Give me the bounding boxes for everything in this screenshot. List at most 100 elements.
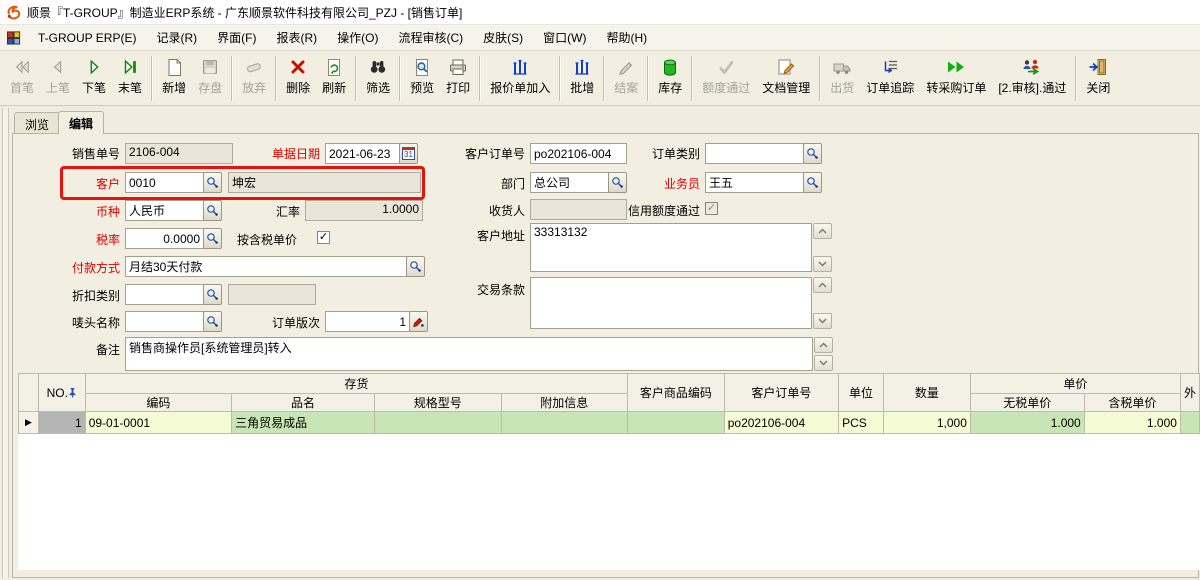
menu-interface[interactable]: 界面(F) (207, 25, 266, 50)
doc-date-input[interactable] (325, 143, 400, 164)
to-purchase-order-button[interactable]: 转采购订单 (920, 53, 992, 104)
remark-scroll-down-button[interactable] (814, 355, 833, 371)
refresh-button[interactable]: 刷新 (316, 53, 352, 104)
order-track-button[interactable]: 订单追踪 (860, 53, 920, 104)
tax-inclusive-checkbox[interactable]: ✓ (317, 231, 330, 244)
terms-scroll-down-button[interactable] (813, 313, 832, 329)
toolbar-separator (647, 56, 649, 101)
payment-input[interactable] (125, 256, 407, 277)
chevron-down-icon (818, 261, 827, 267)
cell-extra[interactable] (501, 412, 628, 434)
chevron-down-icon (818, 318, 827, 324)
window-title: 顺景『T-GROUP』制造业ERP系统 - 广东顺景软件科技有限公司_PZJ -… (27, 4, 462, 21)
menu-window[interactable]: 窗口(W) (533, 25, 596, 50)
order-version-button[interactable] (409, 311, 428, 332)
menu-report[interactable]: 报表(R) (266, 25, 327, 50)
customer-address-textarea[interactable]: 33313132 (530, 223, 812, 272)
grid-row-1[interactable]: ▶ 1 09-01-0001 三角贸易成品 po202106-004 PCS 1… (19, 412, 1200, 434)
cell-spec[interactable] (374, 412, 501, 434)
eraser-icon (243, 57, 265, 77)
calendar-button[interactable]: 31 (399, 143, 418, 164)
header-no: NO. (38, 374, 85, 412)
cell-price-inc-tax[interactable]: 1.000 (1084, 412, 1180, 434)
menu-help[interactable]: 帮助(H) (596, 25, 657, 50)
header-clipped: 外 (1180, 374, 1199, 412)
trade-terms-label: 交易条款 (435, 280, 525, 300)
address-scroll-up-button[interactable] (813, 223, 832, 239)
header-extra: 附加信息 (501, 394, 628, 412)
chevron-up-icon (819, 342, 828, 348)
tab-browse[interactable]: 浏览 (14, 112, 60, 134)
currency-lookup-button[interactable] (203, 200, 222, 221)
order-version-label: 订单版次 (248, 313, 320, 333)
next-record-button[interactable]: 下笔 (76, 53, 112, 104)
audit-pass-button[interactable]: [2.审核].通过 (992, 53, 1072, 104)
preview-button[interactable]: 预览 (404, 53, 440, 104)
customer-po-label: 客户订单号 (435, 144, 525, 164)
print-button[interactable]: 打印 (440, 53, 476, 104)
last-record-button[interactable]: 末笔 (112, 53, 148, 104)
payment-lookup-button[interactable] (406, 256, 425, 277)
menu-tgroup-erp[interactable]: T-GROUP ERP(E) (28, 27, 146, 49)
menu-workflow-audit[interactable]: 流程审核(C) (388, 25, 473, 50)
department-lookup-button[interactable] (608, 172, 627, 193)
customer-po-input[interactable] (530, 143, 627, 164)
cell-customer-po[interactable]: po202106-004 (724, 412, 838, 434)
header-code: 编码 (85, 394, 231, 412)
menu-record[interactable]: 记录(R) (146, 25, 207, 50)
prev-record-button: 上笔 (40, 53, 76, 104)
cell-qty[interactable]: 1,000 (883, 412, 970, 434)
menu-operation[interactable]: 操作(O) (327, 25, 388, 50)
quote-add-button[interactable]: 报价单加入 (484, 53, 556, 104)
department-input[interactable] (530, 172, 609, 193)
customer-code-input[interactable] (125, 172, 204, 193)
filter-button[interactable]: 筛选 (360, 53, 396, 104)
cell-unit[interactable]: PCS (839, 412, 884, 434)
header-qty: 数量 (883, 374, 970, 412)
tax-rate-input[interactable] (125, 228, 204, 249)
remark-textarea[interactable]: 销售商操作员[系统管理员]转入 (125, 337, 813, 371)
header-unit: 单位 (839, 374, 884, 412)
cell-name[interactable]: 三角贸易成品 (232, 412, 375, 434)
terms-scroll-up-button[interactable] (813, 277, 832, 293)
mark-name-lookup-button[interactable] (203, 311, 222, 332)
mark-name-input[interactable] (125, 311, 204, 332)
order-version-input[interactable] (325, 311, 410, 332)
tax-rate-lookup-button[interactable] (203, 228, 222, 249)
lookup-magnifier-icon (806, 147, 819, 160)
close-button[interactable]: 关闭 (1080, 53, 1116, 104)
cell-customer-item-code[interactable] (628, 412, 725, 434)
discount-type-group (125, 284, 222, 305)
tab-edit[interactable]: 编辑 (58, 111, 104, 134)
remark-scroll-up-button[interactable] (814, 337, 833, 353)
lookup-magnifier-icon (206, 176, 219, 189)
pin-icon (68, 387, 77, 398)
toolbar: 首笔 上笔 下笔 末笔 新增 存盘 放弃 删除 (0, 51, 1200, 106)
department-label: 部门 (435, 174, 525, 194)
inventory-button[interactable]: 库存 (652, 53, 688, 104)
discount-type-input[interactable] (125, 284, 204, 305)
close-case-pen-icon (615, 57, 637, 77)
cell-price-ex-tax[interactable]: 1.000 (970, 412, 1084, 434)
discount-type-name-field (228, 284, 316, 305)
trade-terms-textarea[interactable] (530, 277, 812, 329)
document-management-button[interactable]: 文档管理 (756, 53, 816, 104)
discount-type-lookup-button[interactable] (203, 284, 222, 305)
header-row-selector (19, 374, 39, 412)
lookup-magnifier-icon (409, 260, 422, 273)
customer-lookup-button[interactable] (203, 172, 222, 193)
delete-button[interactable]: 删除 (280, 53, 316, 104)
order-type-input[interactable] (705, 143, 804, 164)
address-scroll-down-button[interactable] (813, 256, 832, 272)
salesman-lookup-button[interactable] (803, 172, 822, 193)
menu-skin[interactable]: 皮肤(S) (473, 25, 533, 50)
new-button[interactable]: 新增 (156, 53, 192, 104)
order-type-lookup-button[interactable] (803, 143, 822, 164)
currency-input[interactable] (125, 200, 204, 221)
salesman-input[interactable] (705, 172, 804, 193)
refresh-icon (323, 57, 345, 77)
save-button: 存盘 (192, 53, 228, 104)
salesman-group (705, 172, 822, 193)
batch-add-button[interactable]: 批增 (564, 53, 600, 104)
cell-code[interactable]: 09-01-0001 (85, 412, 231, 434)
